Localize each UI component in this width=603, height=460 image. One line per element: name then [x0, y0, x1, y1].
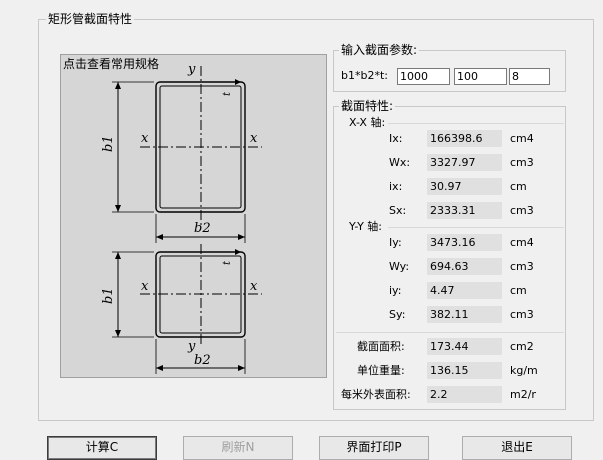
iy-label: Iy: [389, 236, 402, 249]
sx-value: 2333.31 [427, 202, 502, 219]
axis-x-label-2a: x [141, 279, 149, 294]
rx-unit: cm [510, 180, 527, 193]
dim-b1-label-2: b1 [101, 287, 116, 304]
surface-label: 每米外表面积: [341, 388, 411, 401]
wy-unit: cm3 [510, 260, 534, 273]
spec-preview-panel[interactable]: 点击查看常用规格 y x x b1 b2 t x x y b1 b2 t [60, 54, 327, 378]
xx-axis-title: X-X 轴: [349, 116, 386, 129]
ix-unit: cm4 [510, 132, 534, 145]
area-value: 173.44 [427, 338, 502, 355]
ix-value: 166398.6 [427, 130, 502, 147]
sy-unit: cm3 [510, 308, 534, 321]
area-label: 截面面积: [357, 340, 405, 353]
print-button[interactable]: 界面打印P [319, 436, 429, 460]
exit-button[interactable]: 退出E [462, 436, 572, 460]
b1-input[interactable]: 1000 [397, 68, 450, 85]
sy-value: 382.11 [427, 306, 502, 323]
iy-unit: cm4 [510, 236, 534, 249]
wy-label: Wy: [389, 260, 410, 273]
dim-b2-label-2: b2 [194, 353, 211, 368]
b2-input[interactable]: 100 [454, 68, 507, 85]
axis-y-label-2: y [187, 339, 196, 354]
iy-value: 3473.16 [427, 234, 502, 251]
ry-label: iy: [389, 284, 402, 297]
axis-x-label-1b: x [250, 131, 258, 146]
input-params-title: 输入截面参数: [339, 43, 420, 57]
surface-value: 2.2 [427, 386, 502, 403]
dim-b2-label-1: b2 [194, 221, 211, 236]
calc-button[interactable]: 计算C [47, 436, 157, 460]
dims-label: b1*b2*t: [341, 69, 388, 82]
wx-label: Wx: [389, 156, 411, 169]
yy-axis-title: Y-Y 轴: [349, 220, 382, 233]
t-input[interactable]: 8 [509, 68, 550, 85]
dim-b1-label-1: b1 [101, 135, 116, 152]
ry-unit: cm [510, 284, 527, 297]
refresh-button[interactable]: 刷新N [183, 436, 293, 460]
axis-x-label-2b: x [250, 279, 258, 294]
rx-label: ix: [389, 180, 403, 193]
sy-label: Sy: [389, 308, 406, 321]
sx-unit: cm3 [510, 204, 534, 217]
weight-label: 单位重量: [357, 364, 405, 377]
surface-unit: m2/m [510, 388, 536, 401]
weight-unit: kg/m [510, 364, 538, 377]
weight-value: 136.15 [427, 362, 502, 379]
ix-label: Ix: [389, 132, 403, 145]
rx-value: 30.97 [427, 178, 502, 195]
dim-t-label-2: t [222, 260, 233, 265]
axis-y-label-1: y [187, 62, 196, 77]
wx-unit: cm3 [510, 156, 534, 169]
section-diagram: y x x b1 b2 t x x y b1 b2 t [101, 62, 262, 374]
ry-value: 4.47 [427, 282, 502, 299]
section-properties-title: 矩形管截面特性 [46, 12, 135, 26]
section-props-title: 截面特性: [339, 99, 396, 113]
wy-value: 694.63 [427, 258, 502, 275]
sx-label: Sx: [389, 204, 407, 217]
axis-x-label-1a: x [141, 131, 149, 146]
dim-t-label-1: t [222, 91, 233, 96]
area-unit: cm2 [510, 340, 534, 353]
wx-value: 3327.97 [427, 154, 502, 171]
